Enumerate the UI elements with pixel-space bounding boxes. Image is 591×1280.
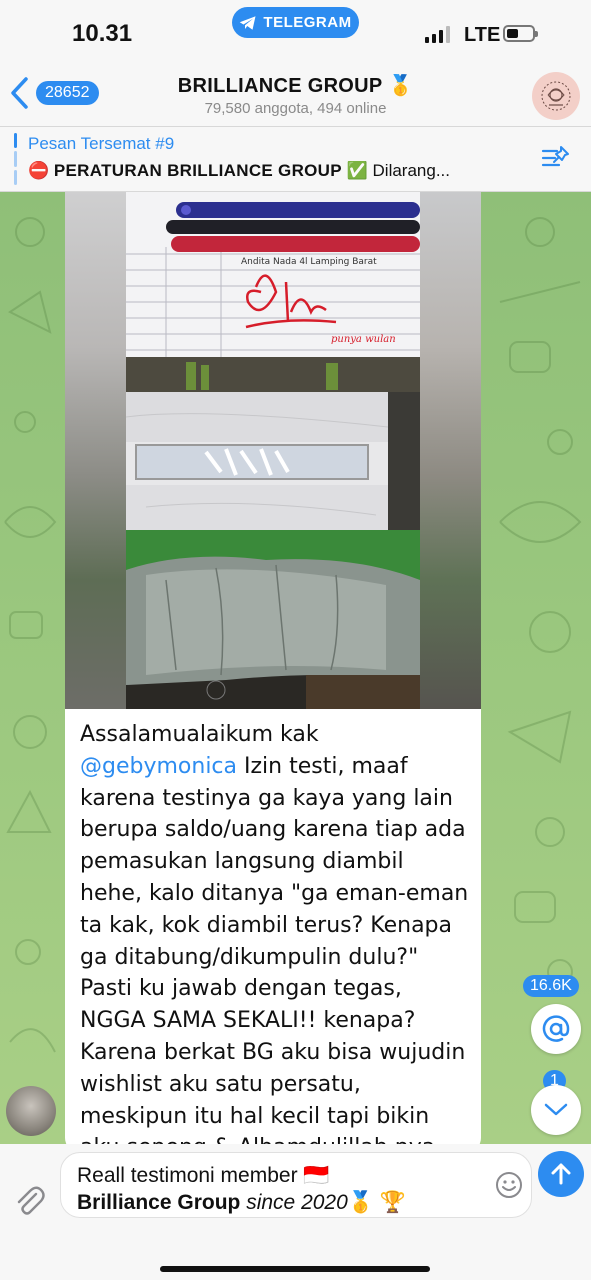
home-indicator (160, 1266, 430, 1272)
message-photo[interactable]: Andita Nada 4l Lamping Barat punya wulan (65, 192, 481, 709)
battery-icon (503, 25, 538, 42)
telegram-icon (240, 15, 256, 30)
chat-subtitle: 79,580 anggota, 494 online (204, 100, 387, 117)
input-line-1: Reall testimoni member 🇮🇩 (77, 1164, 330, 1187)
message-text: Assalamualaikum kak @gebymonica Izin tes… (80, 719, 470, 1144)
no-entry-icon: ⛔ (28, 161, 50, 180)
chat-header: 28652 BRILLIANCE GROUP 🥇 79,580 anggota,… (0, 60, 591, 127)
mention-link[interactable]: @gebymonica (80, 754, 237, 779)
pinned-message-bar[interactable]: Pesan Tersemat #9 ⛔ PERATURAN BRILLIANCE… (0, 127, 591, 192)
message-composer: Reall testimoni member 🇮🇩 Brilliance Gro… (0, 1144, 591, 1280)
message-body: Izin testi, maaf karena testinya ga kaya… (80, 753, 469, 1144)
telegram-pill[interactable]: TELEGRAM (232, 7, 359, 38)
chevron-down-icon (544, 1103, 568, 1116)
mentions-button[interactable] (531, 1004, 581, 1054)
attach-icon[interactable] (12, 1184, 46, 1218)
status-bar: 10.31 TELEGRAM LTE (0, 0, 591, 60)
cover-drawing (126, 530, 420, 709)
pinned-list-icon[interactable] (541, 143, 571, 173)
send-button[interactable] (538, 1151, 584, 1197)
group-logo-icon (541, 81, 571, 111)
cabinet-drawing (126, 357, 420, 530)
pinned-text-bold: PERATURAN BRILLIANCE GROUP (53, 161, 342, 180)
mention-icon (542, 1015, 570, 1042)
input-emoji-text: 🥇 🏆 (347, 1191, 406, 1214)
input-line-2: Brilliance Group since 2020🥇 🏆 (77, 1189, 471, 1216)
input-italic-text: since 2020 (240, 1191, 348, 1214)
message-greeting: Assalamualaikum kak (80, 722, 319, 747)
status-time: 10.31 (72, 20, 133, 47)
telegram-pill-label: TELEGRAM (263, 14, 352, 31)
photo-panel-cabinet (126, 357, 420, 530)
scroll-down-button[interactable] (531, 1085, 581, 1135)
check-mark-icon: ✅ (346, 161, 368, 180)
photo-panel-cover (126, 530, 420, 709)
mention-count-badge: 16.6K (523, 975, 579, 997)
photo-blur-right (420, 192, 481, 709)
notebook-drawing: Andita Nada 4l Lamping Barat punya wulan (126, 192, 420, 357)
chat-area[interactable]: Andita Nada 4l Lamping Barat punya wulan (0, 192, 591, 1144)
pinned-text: ⛔ PERATURAN BRILLIANCE GROUP ✅ Dilarang.… (28, 161, 534, 181)
input-bold-text: Brilliance Group (77, 1191, 241, 1214)
pinned-indicator (14, 133, 17, 185)
network-label: LTE (464, 24, 501, 46)
sender-avatar[interactable] (6, 1086, 56, 1136)
photo-panel-notebook: Andita Nada 4l Lamping Barat punya wulan (126, 192, 420, 357)
group-avatar[interactable] (532, 72, 580, 120)
emoji-icon[interactable] (494, 1170, 524, 1200)
message-bubble[interactable]: Andita Nada 4l Lamping Barat punya wulan (65, 192, 481, 1144)
photo-blur-left (65, 192, 126, 709)
send-icon (551, 1163, 571, 1185)
pinned-text-rest: Dilarang... (367, 161, 450, 180)
svg-text:Andita Nada 4l Lamping B: Andita Nada 4l Lamping Barat (241, 257, 377, 267)
message-input[interactable]: Reall testimoni member 🇮🇩 Brilliance Gro… (60, 1152, 532, 1218)
signal-icon (425, 26, 450, 43)
pinned-label: Pesan Tersemat #9 (28, 134, 175, 153)
handwriting-label: punya wulan (331, 334, 396, 345)
chat-title[interactable]: BRILLIANCE GROUP 🥇 (0, 73, 591, 98)
